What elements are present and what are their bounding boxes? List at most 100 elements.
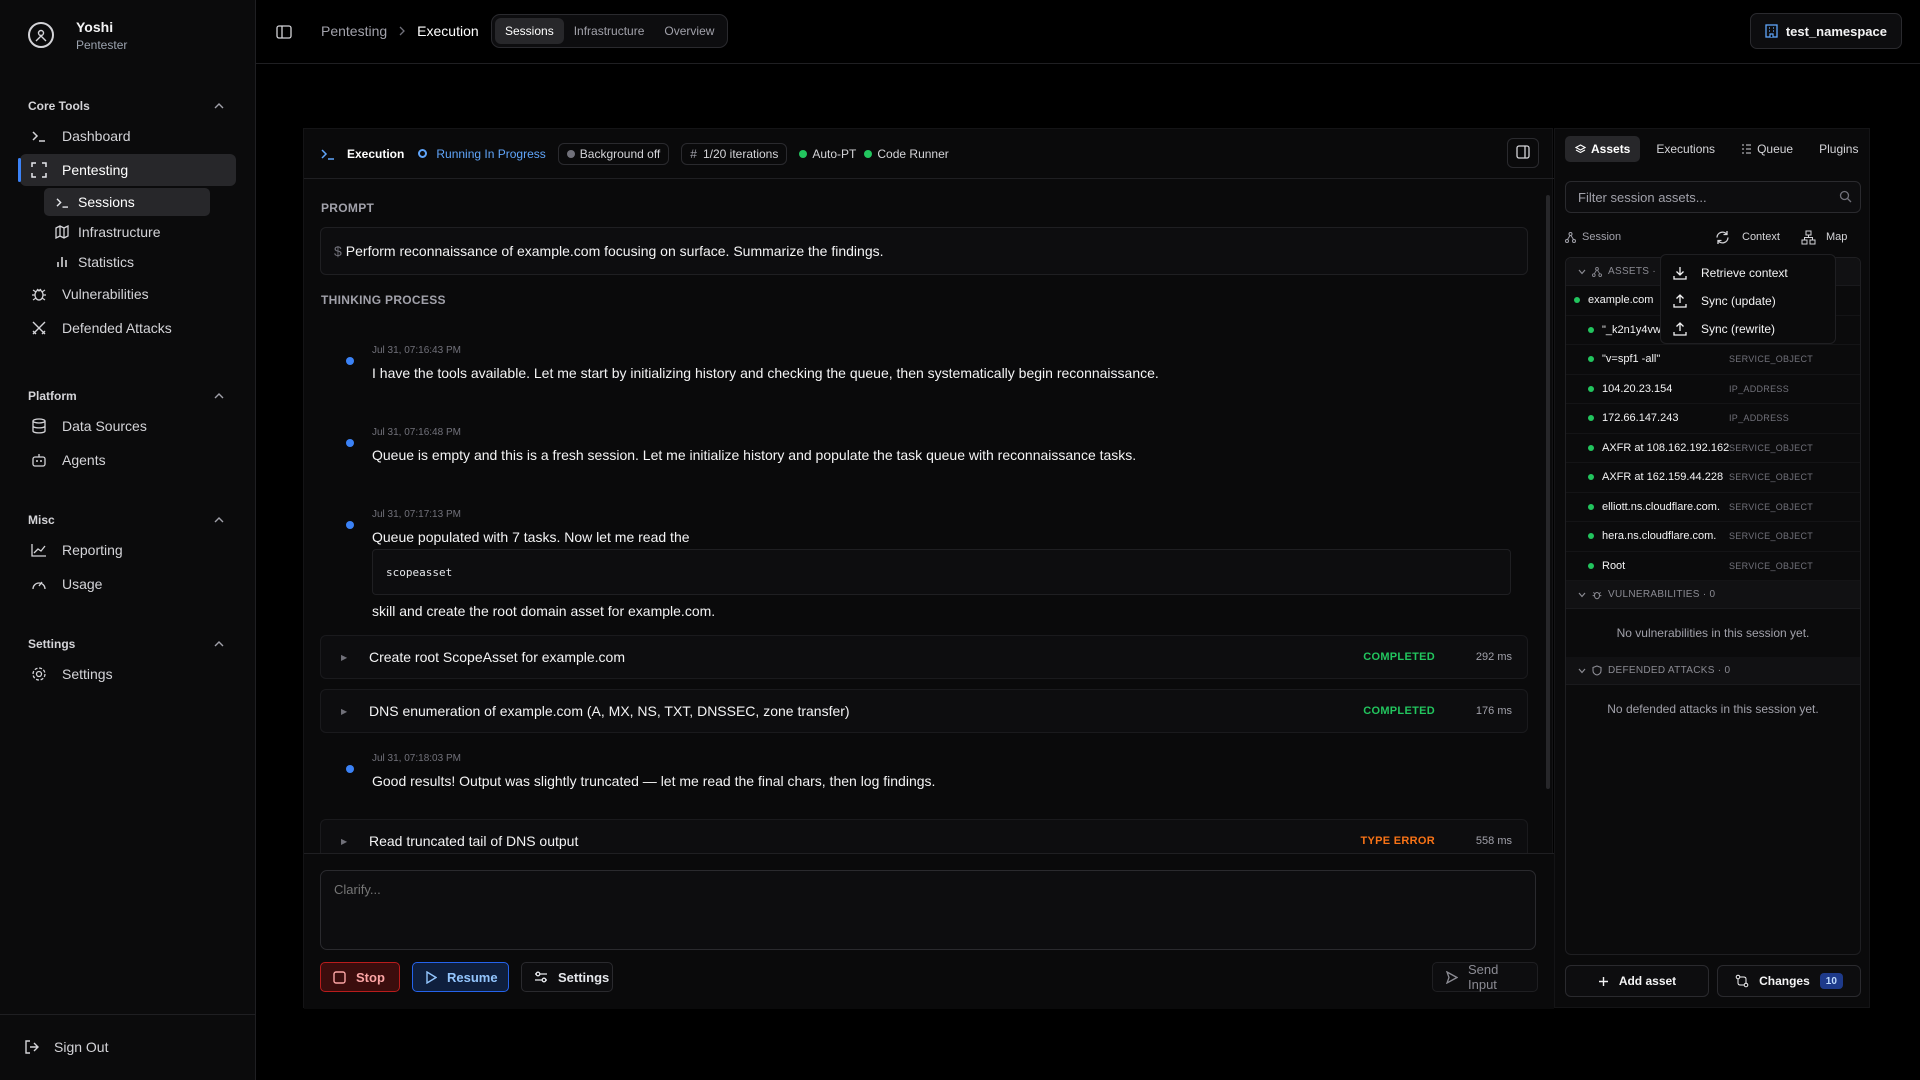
- plus-icon: [1598, 976, 1609, 987]
- task-row[interactable]: ▶ Create root ScopeAsset for example.com…: [320, 635, 1528, 679]
- line-chart-icon: [30, 541, 48, 559]
- asset-row[interactable]: hera.ns.cloudflare.com. SERVICE_OBJECT: [1566, 522, 1860, 552]
- tab-infrastructure[interactable]: Infrastructure: [564, 18, 655, 44]
- sidebar-item-pentesting[interactable]: Pentesting: [18, 154, 236, 186]
- sidebar-item-dashboard[interactable]: Dashboard: [20, 120, 236, 152]
- sidebar-item-label: Usage: [62, 576, 103, 592]
- log-out-icon: [24, 1038, 42, 1056]
- group-header-defended-attacks[interactable]: DEFENDED ATTACKS · 0: [1566, 657, 1860, 685]
- asset-name: hera.ns.cloudflare.com.: [1602, 530, 1717, 543]
- settings-label: Settings: [558, 969, 610, 985]
- breadcrumb-pentesting[interactable]: Pentesting: [321, 23, 387, 39]
- sliders-icon: [534, 971, 548, 983]
- user-profile[interactable]: Yoshi Pentester: [28, 15, 127, 55]
- group-header-vulnerabilities[interactable]: VULNERABILITIES · 0: [1566, 581, 1860, 609]
- thought-text-continued: skill and create the root domain asset f…: [372, 603, 716, 619]
- thought-text: I have the tools available. Let me start…: [372, 365, 1159, 381]
- task-row[interactable]: ▶ DNS enumeration of example.com (A, MX,…: [320, 689, 1528, 733]
- task-status: TYPE ERROR: [1360, 835, 1435, 847]
- changes-button[interactable]: Changes 10: [1717, 965, 1861, 997]
- status-dot-icon: [1588, 415, 1594, 422]
- task-name: Create root ScopeAsset for example.com: [369, 649, 626, 665]
- resume-button[interactable]: Resume: [412, 962, 509, 992]
- bar-chart-icon: [54, 254, 70, 270]
- tab-assets[interactable]: Assets: [1565, 136, 1641, 162]
- menu-item-retrieve-context[interactable]: Retrieve context: [1661, 259, 1835, 287]
- session-label: Session: [1582, 231, 1622, 243]
- panel-right-icon: [1516, 144, 1530, 162]
- asset-name: "_k2n1y4vw: [1602, 323, 1661, 336]
- sidebar-item-label: Agents: [62, 452, 106, 468]
- task-status: COMPLETED: [1363, 651, 1435, 663]
- tab-queue[interactable]: Queue: [1731, 136, 1803, 162]
- gauge-icon: [30, 575, 48, 593]
- filter-assets-input[interactable]: [1565, 181, 1861, 213]
- sidebar-item-reporting[interactable]: Reporting: [20, 534, 236, 566]
- asset-row[interactable]: 104.20.23.154 IP_ADDRESS: [1566, 375, 1860, 404]
- tab-plugins[interactable]: Plugins: [1809, 136, 1868, 162]
- sidebar-item-settings[interactable]: Settings: [20, 658, 236, 690]
- network-icon: [1592, 266, 1602, 277]
- task-duration: 558 ms: [1475, 835, 1512, 847]
- status-dot-icon: [1588, 503, 1594, 510]
- background-chip[interactable]: Background off: [557, 142, 670, 165]
- tab-sessions[interactable]: Sessions: [495, 18, 564, 44]
- bug-icon: [30, 285, 48, 303]
- asset-name: elliott.ns.cloudflare.com.: [1602, 500, 1720, 513]
- context-button[interactable]: Context: [1715, 230, 1780, 245]
- settings-button[interactable]: Settings: [521, 962, 613, 992]
- sidebar-toggle-icon[interactable]: [274, 22, 294, 42]
- asset-row[interactable]: elliott.ns.cloudflare.com. SERVICE_OBJECT: [1566, 493, 1860, 522]
- vulnerabilities-empty: No vulnerabilities in this session yet.: [1616, 626, 1810, 640]
- menu-item-sync-rewrite[interactable]: Sync (rewrite): [1661, 315, 1835, 343]
- sign-out-button[interactable]: Sign Out: [24, 1038, 108, 1056]
- sidebar-subitem-sessions[interactable]: Sessions: [44, 188, 210, 216]
- thought-text: Good results! Output was slightly trunca…: [372, 773, 936, 789]
- thinking-process: Jul 31, 07:16:43 PM I have the tools ava…: [320, 325, 1528, 853]
- task-row[interactable]: ▶ Read truncated tail of DNS output TYPE…: [320, 819, 1528, 853]
- auto-pt-flag: Auto-PT: [799, 147, 856, 161]
- sidebar-subitem-infrastructure[interactable]: Infrastructure: [44, 218, 210, 246]
- section-header-core-tools[interactable]: Core Tools: [0, 94, 256, 118]
- stop-label: Stop: [356, 969, 385, 985]
- section-title: Settings: [28, 637, 76, 651]
- thinking-scrollbar[interactable]: [1546, 195, 1550, 789]
- section-header-settings[interactable]: Settings: [0, 632, 256, 656]
- sidebar-item-vulnerabilities[interactable]: Vulnerabilities: [20, 278, 236, 310]
- sidebar-subitem-statistics[interactable]: Statistics: [44, 248, 210, 276]
- send-input-button[interactable]: Send Input: [1432, 962, 1538, 992]
- toggle-panel-button[interactable]: [1507, 138, 1539, 168]
- clarify-input[interactable]: [320, 870, 1536, 950]
- add-asset-label: Add asset: [1618, 974, 1677, 988]
- section-title: Core Tools: [28, 99, 90, 113]
- sidebar: Yoshi Pentester Core Tools Dashboard Pen…: [0, 0, 256, 1080]
- asset-row[interactable]: 172.66.147.243 IP_ADDRESS: [1566, 404, 1860, 434]
- map-button[interactable]: Map: [1801, 230, 1847, 245]
- crossed-swords-icon: [30, 319, 48, 337]
- view-tabs: Sessions Infrastructure Overview: [491, 14, 729, 48]
- tab-overview[interactable]: Overview: [654, 18, 724, 44]
- section-header-misc[interactable]: Misc: [0, 508, 256, 532]
- sidebar-item-data-sources[interactable]: Data Sources: [20, 410, 236, 442]
- list-icon: [1741, 144, 1752, 154]
- group-title: VULNERABILITIES · 0: [1608, 589, 1716, 600]
- asset-row[interactable]: "v=spf1 -all" SERVICE_OBJECT: [1566, 345, 1860, 375]
- building-icon: [1765, 24, 1778, 38]
- add-asset-button[interactable]: Add asset: [1565, 965, 1709, 997]
- section-header-platform[interactable]: Platform: [0, 384, 256, 408]
- download-icon: [1673, 266, 1687, 280]
- namespace-button[interactable]: test_namespace: [1749, 13, 1902, 49]
- status-dot-icon: [1588, 562, 1594, 569]
- sidebar-item-usage[interactable]: Usage: [20, 568, 236, 600]
- asset-row[interactable]: AXFR at 162.159.44.228 SERVICE_OBJECT: [1566, 463, 1860, 493]
- section-title: Platform: [28, 389, 77, 403]
- section-platform: Platform Data Sources Agents: [0, 384, 256, 478]
- menu-item-sync-update[interactable]: Sync (update): [1661, 287, 1835, 315]
- sidebar-item-defended-attacks[interactable]: Defended Attacks: [20, 312, 236, 344]
- asset-row[interactable]: AXFR at 108.162.192.162 SERVICE_OBJECT: [1566, 434, 1860, 463]
- stop-button[interactable]: Stop: [320, 962, 400, 992]
- asset-row[interactable]: Root SERVICE_OBJECT: [1566, 552, 1860, 581]
- terminal-icon: [54, 194, 70, 210]
- tab-executions[interactable]: Executions: [1646, 136, 1725, 162]
- sidebar-item-agents[interactable]: Agents: [20, 444, 236, 476]
